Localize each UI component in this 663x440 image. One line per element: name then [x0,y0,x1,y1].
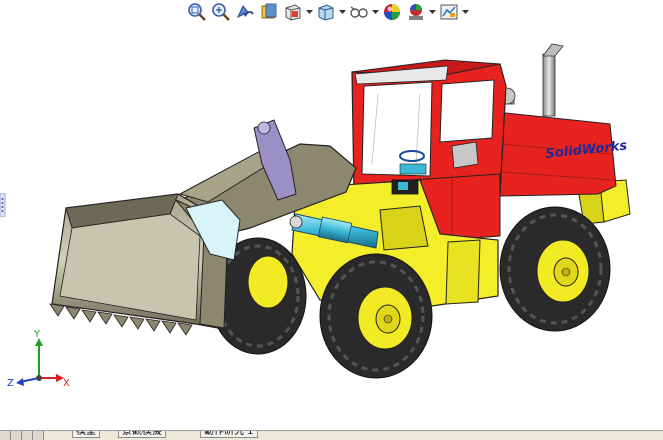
view-settings-button[interactable] [438,1,460,23]
x-axis-label: X [63,378,70,389]
apply-scene-button[interactable] [405,1,427,23]
view-orientation-button[interactable] [282,1,304,23]
hide-show-items-icon [350,6,368,18]
view-orientation-icon [285,4,301,21]
front-wheel [319,253,433,379]
axis-triad-icon: Y X Z [7,329,70,389]
exhaust-pipe [542,43,564,117]
tab-scroll-first-button[interactable] [0,431,11,440]
previous-view-icon [236,5,254,19]
wheel-loader-model: SolidWorks [49,43,631,379]
zoom-to-area-icon [212,3,230,21]
chevron-down-icon [429,9,436,14]
apply-scene-dropdown[interactable] [429,1,436,23]
tab-scroll-next-button[interactable] [22,431,33,440]
chevron-down-icon [372,9,379,14]
y-axis-label: Y [33,330,41,340]
tab-scroll-prev-button[interactable] [11,431,22,440]
heads-up-view-toolbar [186,0,469,24]
tab-model[interactable]: 模型 [72,431,100,438]
hide-show-items-dropdown[interactable] [372,1,379,23]
bottom-tab-bar: 模型 景觀模擬 動作研究 1 [0,430,663,440]
reference-triad: Y X Z [6,329,72,392]
chevron-down-icon [462,9,469,14]
tab-motion-study-1[interactable]: 動作研究 1 [200,431,258,438]
hide-show-items-button[interactable] [348,1,370,23]
rear-wheel [499,206,611,332]
graphics-area[interactable]: SolidWorks [0,24,663,432]
bucket [49,193,241,336]
edit-appearance-icon [384,4,400,20]
zoom-to-fit-button[interactable] [186,1,208,23]
chevron-down-icon [339,9,346,14]
apply-scene-icon [409,4,423,20]
view-settings-icon [440,4,458,20]
z-axis-label: Z [7,378,14,389]
view-orientation-dropdown[interactable] [306,1,313,23]
section-view-icon [261,3,277,19]
zoom-to-fit-icon [188,3,206,21]
previous-view-button[interactable] [234,1,256,23]
display-style-icon [318,4,334,21]
zoom-to-area-button[interactable] [210,1,232,23]
view-settings-dropdown[interactable] [462,1,469,23]
tab-motion-simulation[interactable]: 景觀模擬 [118,431,166,438]
display-style-button[interactable] [315,1,337,23]
section-view-button[interactable] [258,1,280,23]
edit-appearance-button[interactable] [381,1,403,23]
tab-scroll-last-button[interactable] [33,431,44,440]
display-style-dropdown[interactable] [339,1,346,23]
chevron-down-icon [306,9,313,14]
